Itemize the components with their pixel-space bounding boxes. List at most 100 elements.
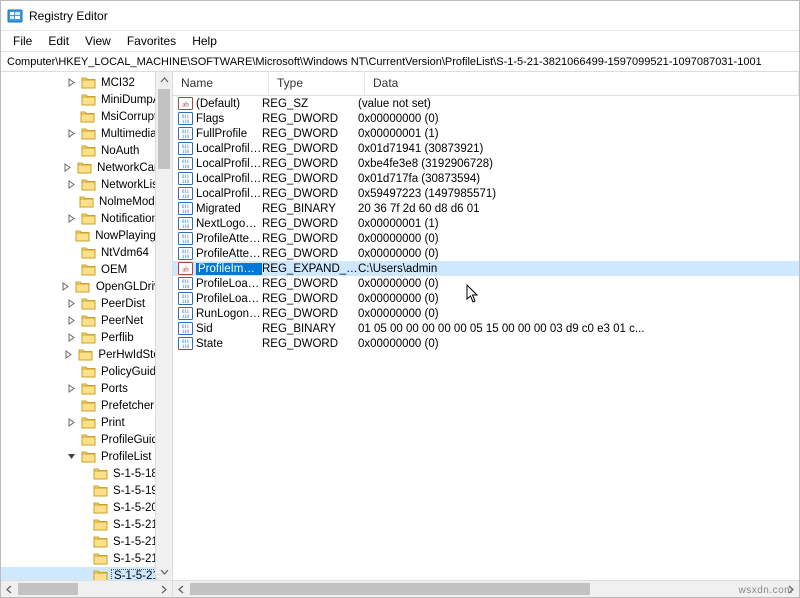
column-header-name[interactable]: Name xyxy=(173,72,269,95)
tree-node[interactable]: ProfileList xyxy=(1,448,172,465)
scroll-track[interactable] xyxy=(156,89,172,563)
tree-node[interactable]: Perflib xyxy=(1,329,172,346)
tree-node[interactable]: Notifications xyxy=(1,210,172,227)
expander-icon[interactable] xyxy=(65,264,77,276)
expander-icon[interactable] xyxy=(61,162,73,174)
list-row[interactable]: ab(Default)REG_SZ(value not set) xyxy=(173,96,799,111)
list-row[interactable]: 011110NextLogonCach...REG_DWORD0x0000000… xyxy=(173,216,799,231)
expander-icon[interactable] xyxy=(65,111,77,123)
expander-icon[interactable] xyxy=(65,247,77,259)
tree-node[interactable]: Print xyxy=(1,414,172,431)
scroll-left-icon[interactable] xyxy=(1,581,18,597)
tree-node[interactable]: S-1-5-21-1 xyxy=(1,516,172,533)
list-row[interactable]: 011110LocalProfileLoa...REG_DWORD0xbe4fe… xyxy=(173,156,799,171)
tree-node[interactable]: MiniDumpAu xyxy=(1,91,172,108)
menu-favorites[interactable]: Favorites xyxy=(119,32,184,50)
list-row[interactable]: 011110LocalProfileUnlo...REG_DWORD0x01d7… xyxy=(173,171,799,186)
list-row[interactable]: 011110RunLogonScript...REG_DWORD0x000000… xyxy=(173,306,799,321)
tree-node[interactable]: PerHwIdStora xyxy=(1,346,172,363)
expander-icon[interactable] xyxy=(65,383,77,395)
expander-icon[interactable] xyxy=(77,519,89,531)
expander-icon[interactable] xyxy=(77,485,89,497)
tree-node[interactable]: PeerNet xyxy=(1,312,172,329)
list-row[interactable]: 011110StateREG_DWORD0x00000000 (0) xyxy=(173,336,799,351)
tree-node[interactable]: MCI32 xyxy=(1,74,172,91)
tree-node[interactable]: MsiCorrupted xyxy=(1,108,172,125)
expander-icon[interactable] xyxy=(65,315,77,327)
tree-node[interactable]: S-1-5-18 xyxy=(1,465,172,482)
tree-node[interactable]: NoAuth xyxy=(1,142,172,159)
expander-icon[interactable] xyxy=(65,417,77,429)
tree-node[interactable]: PolicyGuid xyxy=(1,363,172,380)
tree-scrollbar-horizontal[interactable] xyxy=(1,581,173,597)
scroll-track[interactable] xyxy=(18,581,155,597)
scroll-right-icon[interactable] xyxy=(155,581,172,597)
tree-node[interactable]: ProfileGuid xyxy=(1,431,172,448)
expander-icon[interactable] xyxy=(65,94,77,106)
scroll-left-icon[interactable] xyxy=(173,581,190,597)
tree-node[interactable]: OpenGLDriver xyxy=(1,278,172,295)
list-row[interactable]: 011110ProfileLoadTime...REG_DWORD0x00000… xyxy=(173,276,799,291)
expander-icon[interactable] xyxy=(65,128,77,140)
expander-icon[interactable] xyxy=(65,145,77,157)
expander-icon[interactable] xyxy=(59,230,71,242)
expander-icon[interactable] xyxy=(65,366,77,378)
expander-icon[interactable] xyxy=(65,332,77,344)
tree-node[interactable]: S-1-5-21-3 xyxy=(1,567,172,580)
list-row[interactable]: 011110ProfileAttempte...REG_DWORD0x00000… xyxy=(173,246,799,261)
expander-icon[interactable] xyxy=(77,536,89,548)
list-row[interactable]: abProfileImagePathREG_EXPAND_SZC:\Users\… xyxy=(173,261,799,276)
address-bar[interactable]: Computer\HKEY_LOCAL_MACHINE\SOFTWARE\Mic… xyxy=(1,52,799,72)
expander-icon[interactable] xyxy=(77,502,89,514)
expander-icon[interactable] xyxy=(60,281,72,293)
tree-node[interactable]: Ports xyxy=(1,380,172,397)
tree-node[interactable]: NetworkCards xyxy=(1,159,172,176)
scroll-up-icon[interactable] xyxy=(156,72,172,89)
tree-node[interactable]: NetworkList xyxy=(1,176,172,193)
expander-icon[interactable] xyxy=(65,434,77,446)
column-header-data[interactable]: Data xyxy=(365,72,799,95)
expander-icon[interactable] xyxy=(65,451,77,463)
list-row[interactable]: 011110FullProfileREG_DWORD0x00000001 (1) xyxy=(173,126,799,141)
menu-help[interactable]: Help xyxy=(184,32,225,50)
tree-node[interactable]: PeerDist xyxy=(1,295,172,312)
expander-icon[interactable] xyxy=(77,468,89,480)
expander-icon[interactable] xyxy=(63,196,75,208)
list-row[interactable]: 011110LocalProfileUnlo...REG_DWORD0x5949… xyxy=(173,186,799,201)
tree-node[interactable]: NowPlayingSe xyxy=(1,227,172,244)
tree-node[interactable]: S-1-5-21-1 xyxy=(1,550,172,567)
list-row[interactable]: 011110ProfileLoadTime...REG_DWORD0x00000… xyxy=(173,291,799,306)
scroll-thumb[interactable] xyxy=(158,89,170,169)
tree-node[interactable]: Prefetcher xyxy=(1,397,172,414)
tree-node[interactable]: S-1-5-20 xyxy=(1,499,172,516)
scroll-thumb[interactable] xyxy=(18,583,78,595)
expander-icon[interactable] xyxy=(65,400,77,412)
tree-node[interactable]: NolmeModeln xyxy=(1,193,172,210)
list-row[interactable]: 011110FlagsREG_DWORD0x00000000 (0) xyxy=(173,111,799,126)
list-row[interactable]: 011110ProfileAttempte...REG_DWORD0x00000… xyxy=(173,231,799,246)
tree-node[interactable]: NtVdm64 xyxy=(1,244,172,261)
menu-view[interactable]: View xyxy=(77,32,119,50)
list-row[interactable]: 011110MigratedREG_BINARY20 36 7f 2d 60 d… xyxy=(173,201,799,216)
expander-icon[interactable] xyxy=(65,298,77,310)
scroll-thumb[interactable] xyxy=(190,583,590,595)
tree-node[interactable]: Multimedia xyxy=(1,125,172,142)
column-header-type[interactable]: Type xyxy=(269,72,365,95)
list-row[interactable]: 011110SidREG_BINARY01 05 00 00 00 00 00 … xyxy=(173,321,799,336)
list-scrollbar-horizontal[interactable] xyxy=(173,581,799,597)
expander-icon[interactable] xyxy=(77,570,89,581)
tree-node[interactable]: S-1-5-19 xyxy=(1,482,172,499)
scroll-right-icon[interactable] xyxy=(782,581,799,597)
menu-edit[interactable]: Edit xyxy=(40,32,77,50)
expander-icon[interactable] xyxy=(62,349,74,361)
tree-scrollbar-vertical[interactable] xyxy=(155,72,172,580)
expander-icon[interactable] xyxy=(65,179,77,191)
tree-node[interactable]: S-1-5-21-1 xyxy=(1,533,172,550)
scroll-down-icon[interactable] xyxy=(156,563,172,580)
expander-icon[interactable] xyxy=(65,77,77,89)
tree-node[interactable]: OEM xyxy=(1,261,172,278)
scroll-track[interactable] xyxy=(190,581,782,597)
expander-icon[interactable] xyxy=(77,553,89,565)
menu-file[interactable]: File xyxy=(5,32,40,50)
list-row[interactable]: 011110LocalProfileLoa...REG_DWORD0x01d71… xyxy=(173,141,799,156)
